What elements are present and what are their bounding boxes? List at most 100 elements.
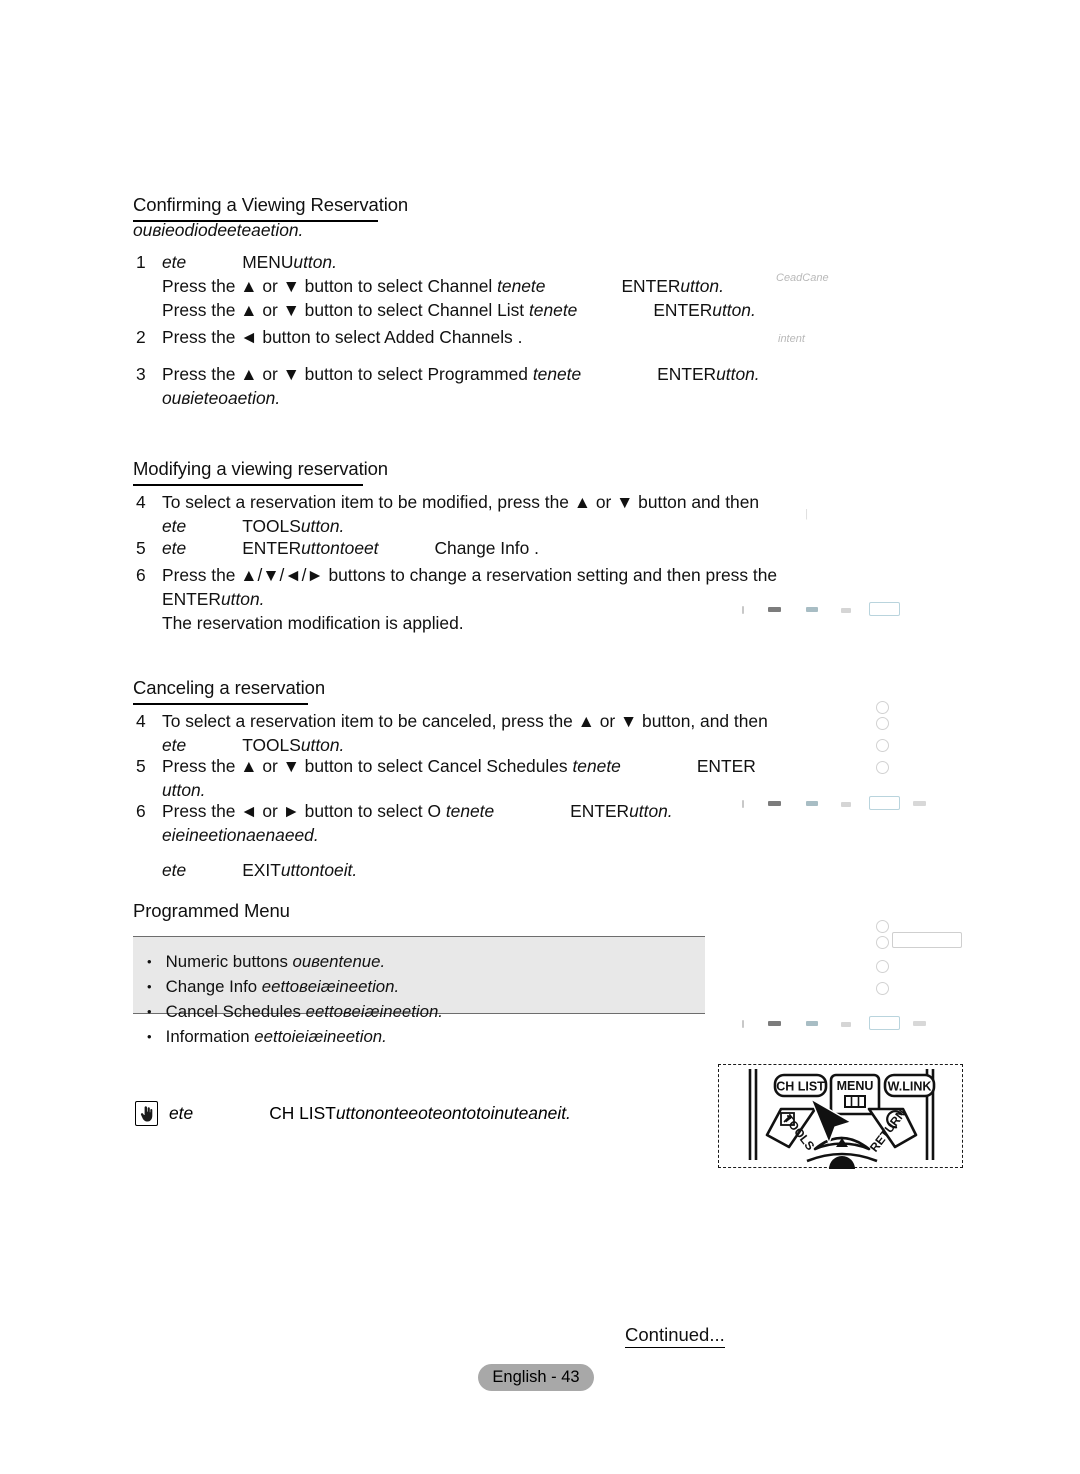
ghost-box	[869, 602, 900, 616]
item-label: Cancel Schedules	[165, 1002, 301, 1021]
step-italic-prefix: ete	[162, 516, 187, 537]
key-label: TOOLS	[242, 516, 301, 537]
step-number: 5	[136, 538, 146, 558]
ghost-dash	[742, 1020, 744, 1028]
programmed-menu-heading: Programmed Menu	[133, 900, 290, 921]
remote-return-button: RETURN	[867, 1107, 918, 1155]
step-italic-prefix: ete	[162, 735, 187, 756]
ghost-text-second: intent	[778, 333, 805, 345]
key-label: TOOLS	[242, 735, 301, 756]
ghost-circle	[876, 982, 889, 995]
pointing-hand-icon	[135, 1101, 158, 1126]
svg-text:MENU: MENU	[837, 1079, 874, 1093]
item-label: Information	[165, 1027, 250, 1046]
programmed-menu-item: Information eettoieiæineetion.	[147, 1024, 705, 1049]
continued-label: Continued...	[625, 1324, 725, 1348]
item-desc: eettoʙeiæineetion.	[261, 977, 400, 996]
remote-control-diagram: CH LIST MENU W.LINK TOOLS RETURN	[718, 1064, 963, 1169]
cancel-step-6-body: Press the ◄ or ► button to select O tene…	[162, 799, 673, 883]
ghost-circle	[876, 717, 889, 730]
key-label: ENTER	[696, 756, 756, 776]
key-label: ENTER	[621, 276, 681, 297]
step-3-body: Press the ▲ or ▼ button to select Progra…	[162, 362, 760, 410]
step-line: Press the ▲ or ▼ button to select Channe…	[162, 298, 756, 322]
step-5-body: ete ENTERuttontoeet Change Info .	[162, 536, 539, 560]
key-suffix: utton.	[680, 276, 724, 297]
key-suffix: uttontoeit.	[280, 860, 358, 881]
item-desc: eettoʙeiæineetion.	[305, 1002, 443, 1021]
step-line: ete ENTERuttontoeet Change Info .	[162, 536, 539, 560]
step-italic-tail: tenete	[572, 756, 621, 776]
step-number: 4	[136, 711, 146, 731]
key-label: ENTER	[570, 801, 630, 821]
step-italic-prefix: ete	[162, 860, 187, 881]
step-line: Press the ▲ or ▼ button to select Channe…	[162, 274, 756, 298]
ghost-dash	[841, 802, 851, 807]
step-text: Press the ▲ or ▼ button to select Channe…	[162, 276, 498, 297]
step-line: To select a reservation item to be modif…	[162, 492, 760, 512]
ghost-circle	[876, 920, 889, 933]
item-label: Numeric buttons	[165, 952, 288, 971]
step-number: 6	[136, 565, 146, 585]
cancel-step-5-body: Press the ▲ or ▼ button to select Cancel…	[162, 754, 756, 802]
step-6-body: Press the ▲/▼/◄/► buttons to change a re…	[162, 563, 777, 636]
ghost-dash	[913, 1021, 926, 1026]
item-label: Change Info	[165, 977, 258, 996]
confirming-intro: ouʙieodiodeeteaetion.	[133, 220, 304, 240]
key-label: ENTER	[657, 364, 717, 384]
key-label: MENU	[242, 252, 294, 272]
step-line: Press the ▲/▼/◄/► buttons to change a re…	[162, 565, 778, 585]
svg-text:CH LIST: CH LIST	[776, 1080, 825, 1094]
ghost-circle	[876, 761, 889, 774]
step-italic-prefix: ete	[162, 538, 187, 558]
step-text: Press the ▲ or ▼ button to select Progra…	[162, 364, 533, 384]
key-suffix: utton.	[712, 300, 756, 321]
item-desc: eettoieiæineetion.	[254, 1027, 387, 1046]
step-line: eieineetionaenaeed.	[162, 825, 319, 846]
ghost-input-box	[892, 932, 962, 948]
remote-direction-pad	[806, 1136, 878, 1169]
ghost-circle	[876, 936, 889, 949]
section-heading-canceling: Canceling a reservation	[133, 677, 325, 705]
step-line: ete TOOLSutton.	[162, 514, 759, 538]
step-italic-tail: tenete	[532, 364, 582, 384]
ghost-circle	[876, 739, 889, 752]
step-italic-prefix: ete	[162, 252, 187, 272]
step-number: 1	[136, 252, 146, 272]
step-line: Press the ▲ or ▼ button to select Progra…	[162, 362, 760, 386]
svg-text:W.LINK: W.LINK	[888, 1080, 932, 1094]
step-line: ete EXITuttontoeit.	[162, 858, 673, 882]
key-suffix: utton.	[293, 252, 337, 272]
ghost-dash	[841, 608, 851, 613]
remote-tools-button: TOOLS	[765, 1107, 817, 1153]
step-2-body: Press the ◄ button to select Added Chann…	[162, 325, 522, 349]
key-suffix: utton.	[220, 589, 265, 610]
section-heading-modifying: Modifying a viewing reservation	[133, 458, 388, 486]
ghost-dash	[841, 1022, 851, 1027]
step-line: Press the ▲ or ▼ button to select Cancel…	[162, 754, 756, 778]
key-label: ENTER	[162, 589, 221, 610]
step-number: 5	[136, 756, 146, 776]
ghost-dash	[913, 801, 926, 806]
step-text: Press the ▲ or ▼ button to select Channe…	[162, 300, 529, 321]
ghost-circle	[876, 960, 889, 973]
step-line: The reservation modification is applied.	[162, 613, 464, 634]
key-suffix: utton.	[629, 801, 673, 821]
manual-page: CeadCane intent | Confirming a Viewing R…	[0, 0, 1080, 1474]
step-number: 3	[136, 364, 146, 384]
programmed-menu-item: Numeric buttons ouʙentenue.	[147, 949, 705, 974]
key-label: EXIT	[242, 860, 281, 881]
step-line: ouʙieteoaetion.	[162, 388, 281, 409]
ghost-dash	[768, 801, 781, 806]
page-number-badge: English - 43	[478, 1364, 594, 1391]
key-suffix: utton.	[716, 364, 760, 384]
step-line: Press the ◄ or ► button to select O tene…	[162, 799, 673, 823]
step-line: Press the ◄ button to select Added Chann…	[162, 327, 523, 347]
note-row: ete CH LIST uttononteeoteontotoinuteaneit…	[135, 1101, 571, 1126]
step-line: To select a reservation item to be cance…	[162, 711, 768, 731]
cancel-step-4-body: To select a reservation item to be cance…	[162, 709, 768, 757]
ghost-box	[869, 796, 900, 810]
item-desc: ouʙentenue.	[292, 952, 386, 971]
step-text: Press the ▲ or ▼ button to select Cancel…	[162, 756, 573, 776]
step-italic-tail: tenete	[528, 300, 578, 321]
